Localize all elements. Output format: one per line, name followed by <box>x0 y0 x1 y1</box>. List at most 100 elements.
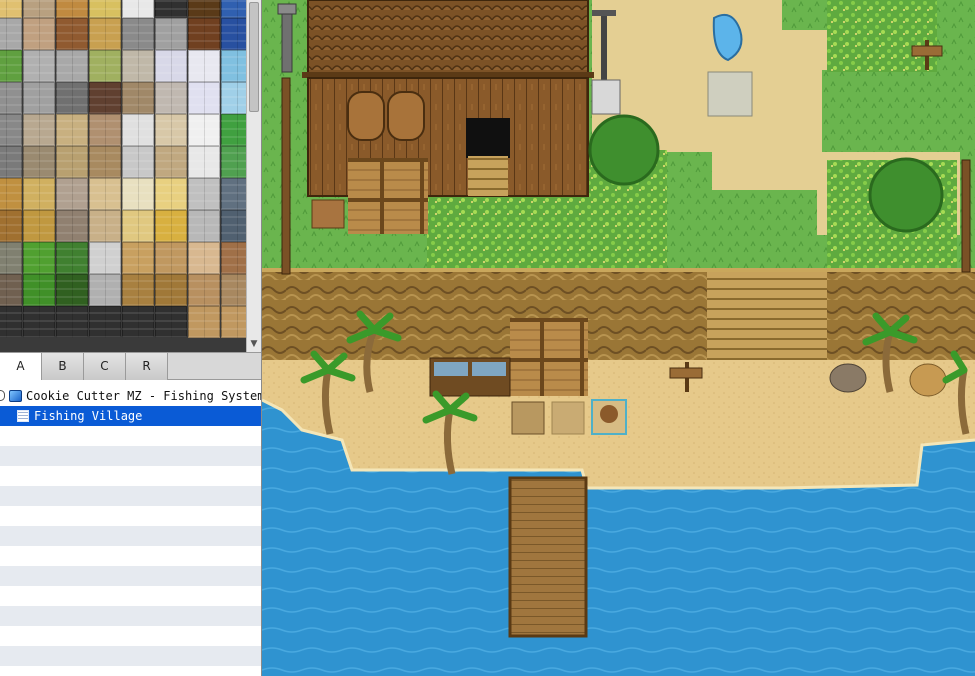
tile-swatch[interactable] <box>56 0 88 18</box>
tile-swatch[interactable] <box>221 0 246 18</box>
tile-swatch[interactable] <box>122 242 154 274</box>
tile-swatch[interactable] <box>221 50 246 82</box>
event-chest[interactable] <box>511 401 545 435</box>
tile-swatch[interactable] <box>155 50 187 82</box>
tile-swatch[interactable] <box>188 274 220 306</box>
tile-swatch[interactable] <box>23 50 55 82</box>
tile-swatch[interactable] <box>23 0 55 18</box>
tile-swatch[interactable] <box>122 178 154 210</box>
tile-swatch[interactable] <box>56 274 88 306</box>
tile-swatch[interactable] <box>23 114 55 146</box>
tile-swatch[interactable] <box>155 146 187 178</box>
tile-swatch[interactable] <box>221 274 246 306</box>
tile-swatch[interactable] <box>122 274 154 306</box>
tile-swatch[interactable] <box>0 274 22 306</box>
tile-swatch[interactable] <box>56 18 88 50</box>
tile-swatch[interactable] <box>188 50 220 82</box>
tile-swatch[interactable] <box>89 274 121 306</box>
tile-swatch[interactable] <box>221 18 246 50</box>
tile-swatch[interactable] <box>89 18 121 50</box>
tile-swatch[interactable] <box>89 50 121 82</box>
tile-swatch[interactable] <box>56 306 88 338</box>
tile-swatch[interactable] <box>0 114 22 146</box>
tab-r[interactable]: R <box>126 353 168 380</box>
tile-swatch[interactable] <box>155 242 187 274</box>
tile-swatch[interactable] <box>0 146 22 178</box>
tile-palette[interactable] <box>0 0 246 352</box>
event-tile[interactable] <box>551 401 585 435</box>
tile-swatch[interactable] <box>188 242 220 274</box>
map-canvas[interactable] <box>262 0 975 676</box>
tile-swatch[interactable] <box>122 0 154 18</box>
tile-swatch[interactable] <box>155 274 187 306</box>
tile-swatch[interactable] <box>188 0 220 18</box>
expander-icon[interactable] <box>0 390 5 401</box>
tile-swatch[interactable] <box>56 178 88 210</box>
tile-swatch[interactable] <box>221 82 246 114</box>
tile-swatch[interactable] <box>155 178 187 210</box>
tile-swatch[interactable] <box>122 82 154 114</box>
tile-swatch[interactable] <box>155 18 187 50</box>
tile-swatch[interactable] <box>0 306 22 338</box>
tile-swatch[interactable] <box>23 210 55 242</box>
tile-swatch[interactable] <box>23 146 55 178</box>
tile-swatch[interactable] <box>56 242 88 274</box>
tile-swatch[interactable] <box>122 306 154 338</box>
tile-swatch[interactable] <box>56 50 88 82</box>
tile-swatch[interactable] <box>155 0 187 18</box>
tile-swatch[interactable] <box>188 114 220 146</box>
tile-swatch[interactable] <box>23 242 55 274</box>
tab-b[interactable]: B <box>42 353 84 380</box>
tile-swatch[interactable] <box>89 242 121 274</box>
tile-swatch[interactable] <box>89 0 121 18</box>
tile-swatch[interactable] <box>221 146 246 178</box>
tile-swatch[interactable] <box>89 178 121 210</box>
tile-swatch[interactable] <box>122 18 154 50</box>
tile-swatch[interactable] <box>188 306 220 338</box>
tile-swatch[interactable] <box>221 114 246 146</box>
tile-swatch[interactable] <box>89 210 121 242</box>
tree-map-fishing-village[interactable]: Fishing Village <box>0 406 261 426</box>
tile-swatch[interactable] <box>155 82 187 114</box>
tile-swatch[interactable] <box>23 18 55 50</box>
tile-swatch[interactable] <box>122 114 154 146</box>
tile-swatch[interactable] <box>0 178 22 210</box>
tab-c[interactable]: C <box>84 353 126 380</box>
tile-swatch[interactable] <box>89 146 121 178</box>
tile-swatch[interactable] <box>89 306 121 338</box>
tile-swatch[interactable] <box>89 82 121 114</box>
tile-swatch[interactable] <box>0 50 22 82</box>
map-view[interactable] <box>262 0 975 676</box>
tile-swatch[interactable] <box>188 146 220 178</box>
scroll-down-icon[interactable]: ▼ <box>248 338 260 350</box>
tile-swatch[interactable] <box>188 82 220 114</box>
palette-scrollbar[interactable]: ▼ <box>246 0 261 352</box>
tile-swatch[interactable] <box>221 242 246 274</box>
tree-project-root[interactable]: Cookie Cutter MZ - Fishing System <box>0 386 261 406</box>
tile-swatch[interactable] <box>0 18 22 50</box>
tile-swatch[interactable] <box>188 210 220 242</box>
tile-swatch[interactable] <box>221 306 246 338</box>
tile-swatch[interactable] <box>155 306 187 338</box>
tile-swatch[interactable] <box>188 18 220 50</box>
tile-swatch[interactable] <box>155 210 187 242</box>
tile-swatch[interactable] <box>56 146 88 178</box>
tile-swatch[interactable] <box>23 306 55 338</box>
tile-swatch[interactable] <box>23 178 55 210</box>
tile-swatch[interactable] <box>56 210 88 242</box>
tile-swatch[interactable] <box>56 82 88 114</box>
tile-swatch[interactable] <box>89 114 121 146</box>
tile-swatch[interactable] <box>23 274 55 306</box>
tile-swatch[interactable] <box>0 0 22 18</box>
tab-a[interactable]: A <box>0 353 42 380</box>
tile-swatch[interactable] <box>23 82 55 114</box>
tile-swatch[interactable] <box>0 82 22 114</box>
tile-swatch[interactable] <box>221 178 246 210</box>
palette-scroll-thumb[interactable] <box>249 2 259 112</box>
tile-swatch[interactable] <box>122 210 154 242</box>
tile-swatch[interactable] <box>56 114 88 146</box>
tile-swatch[interactable] <box>0 210 22 242</box>
tile-swatch[interactable] <box>122 50 154 82</box>
tile-swatch[interactable] <box>0 242 22 274</box>
tile-swatch[interactable] <box>221 210 246 242</box>
